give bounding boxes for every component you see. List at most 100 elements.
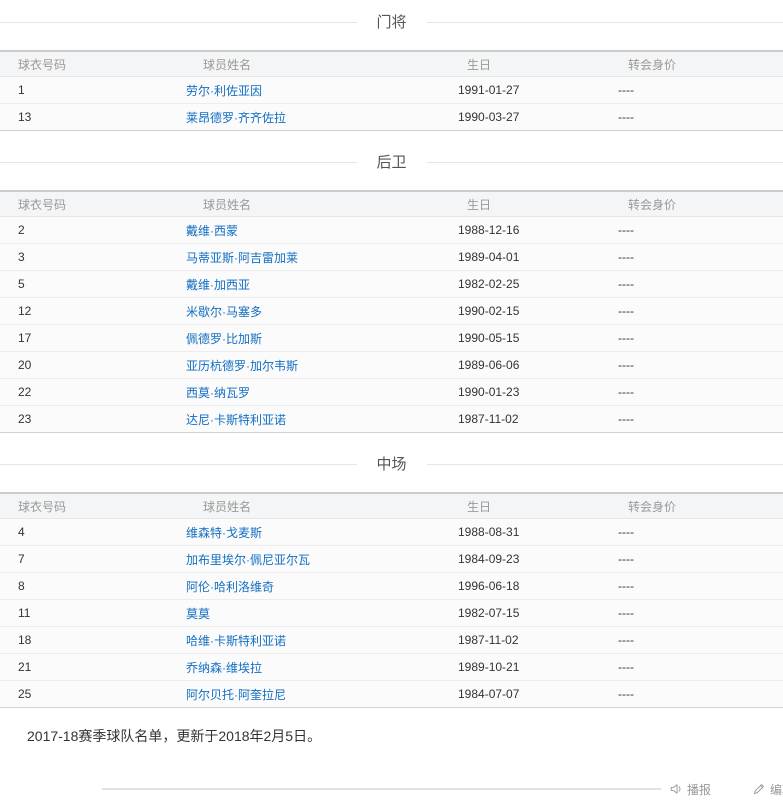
- transfer-value-cell: ----: [600, 573, 783, 600]
- jersey-number-cell: 12: [0, 298, 168, 325]
- jersey-number-cell: 11: [0, 600, 168, 627]
- roster-section: 后卫球衣号码球员姓名生日转会身价2戴维·西蒙1988-12-16----3马蒂亚…: [0, 154, 783, 433]
- table-row: 25阿尔贝托·阿奎拉尼1984-07-07----: [0, 681, 783, 708]
- roster-section: 中场球衣号码球员姓名生日转会身价4维森特·戈麦斯1988-08-31----7加…: [0, 456, 783, 708]
- player-name-header: 球员姓名: [168, 51, 440, 77]
- table-row: 12米歇尔·马塞多1990-02-15----: [0, 298, 783, 325]
- transfer-value-cell: ----: [600, 104, 783, 131]
- player-name-link[interactable]: 马蒂亚斯·阿吉雷加莱: [186, 251, 298, 265]
- table-row: 8阿伦·哈利洛维奇1996-06-18----: [0, 573, 783, 600]
- jersey-number-cell: 13: [0, 104, 168, 131]
- heading-line-left: [0, 162, 357, 163]
- roster-table: 球衣号码球员姓名生日转会身价1劳尔·利佐亚因1991-01-27----13莱昂…: [0, 50, 783, 131]
- player-name-link[interactable]: 米歇尔·马塞多: [186, 305, 262, 319]
- broadcast-button[interactable]: 播报: [669, 781, 711, 798]
- table-row: 3马蒂亚斯·阿吉雷加莱1989-04-01----: [0, 244, 783, 271]
- player-name-link[interactable]: 阿尔贝托·阿奎拉尼: [186, 688, 286, 702]
- transfer-value-header: 转会身价: [600, 51, 783, 77]
- player-name-cell: 戴维·西蒙: [168, 217, 440, 244]
- player-name-header: 球员姓名: [168, 493, 440, 519]
- table-row: 17佩德罗·比加斯1990-05-15----: [0, 325, 783, 352]
- player-name-link[interactable]: 戴维·加西亚: [186, 278, 250, 292]
- jersey-number-cell: 22: [0, 379, 168, 406]
- birthday-cell: 1989-06-06: [440, 352, 600, 379]
- player-name-link[interactable]: 哈维·卡斯特利亚诺: [186, 634, 286, 648]
- player-name-link[interactable]: 维森特·戈麦斯: [186, 526, 262, 540]
- birthday-cell: 1984-09-23: [440, 546, 600, 573]
- birthday-cell: 1987-11-02: [440, 406, 600, 433]
- table-row: 18哈维·卡斯特利亚诺1987-11-02----: [0, 627, 783, 654]
- player-name-link[interactable]: 乔纳森·维埃拉: [186, 661, 262, 675]
- player-name-cell: 佩德罗·比加斯: [168, 325, 440, 352]
- birthday-cell: 1996-06-18: [440, 573, 600, 600]
- birthday-cell: 1989-04-01: [440, 244, 600, 271]
- birthday-header: 生日: [440, 493, 600, 519]
- player-name-link[interactable]: 莫莫: [186, 607, 210, 621]
- table-row: 2戴维·西蒙1988-12-16----: [0, 217, 783, 244]
- table-row: 23达尼·卡斯特利亚诺1987-11-02----: [0, 406, 783, 433]
- birthday-cell: 1990-02-15: [440, 298, 600, 325]
- player-name-cell: 亚历杭德罗·加尔韦斯: [168, 352, 440, 379]
- birthday-cell: 1984-07-07: [440, 681, 600, 708]
- section-heading: 门将: [0, 14, 783, 31]
- edit-button[interactable]: 编辑: [752, 781, 783, 798]
- player-name-cell: 乔纳森·维埃拉: [168, 654, 440, 681]
- player-name-link[interactable]: 亚历杭德罗·加尔韦斯: [186, 359, 298, 373]
- section-footer: 播报 编辑: [102, 780, 783, 798]
- table-row: 11莫莫1982-07-15----: [0, 600, 783, 627]
- jersey-number-cell: 21: [0, 654, 168, 681]
- transfer-value-header: 转会身价: [600, 493, 783, 519]
- table-row: 5戴维·加西亚1982-02-25----: [0, 271, 783, 298]
- player-name-cell: 达尼·卡斯特利亚诺: [168, 406, 440, 433]
- table-header-row: 球衣号码球员姓名生日转会身价: [0, 191, 783, 217]
- player-name-link[interactable]: 西莫·纳瓦罗: [186, 386, 250, 400]
- heading-line-right: [427, 22, 783, 23]
- table-header-row: 球衣号码球员姓名生日转会身价: [0, 51, 783, 77]
- jersey-number-cell: 18: [0, 627, 168, 654]
- jersey-number-cell: 2: [0, 217, 168, 244]
- birthday-header: 生日: [440, 191, 600, 217]
- player-name-cell: 莱昂德罗·齐齐佐拉: [168, 104, 440, 131]
- speaker-icon: [669, 782, 683, 796]
- player-name-header: 球员姓名: [168, 191, 440, 217]
- table-row: 1劳尔·利佐亚因1991-01-27----: [0, 77, 783, 104]
- player-name-link[interactable]: 莱昂德罗·齐齐佐拉: [186, 111, 286, 125]
- transfer-value-cell: ----: [600, 77, 783, 104]
- transfer-value-cell: ----: [600, 271, 783, 298]
- player-name-cell: 维森特·戈麦斯: [168, 519, 440, 546]
- player-name-link[interactable]: 达尼·卡斯特利亚诺: [186, 413, 286, 427]
- birthday-cell: 1989-10-21: [440, 654, 600, 681]
- player-name-cell: 劳尔·利佐亚因: [168, 77, 440, 104]
- heading-line-right: [427, 162, 783, 163]
- edit-label: 编辑: [770, 781, 783, 798]
- footer-divider: [102, 788, 661, 790]
- birthday-cell: 1982-02-25: [440, 271, 600, 298]
- transfer-value-cell: ----: [600, 519, 783, 546]
- transfer-value-cell: ----: [600, 627, 783, 654]
- jersey-number-cell: 17: [0, 325, 168, 352]
- player-name-link[interactable]: 加布里埃尔·佩尼亚尔瓦: [186, 553, 310, 567]
- jersey-number-cell: 7: [0, 546, 168, 573]
- player-name-link[interactable]: 戴维·西蒙: [186, 224, 238, 238]
- transfer-value-cell: ----: [600, 654, 783, 681]
- player-name-link[interactable]: 劳尔·利佐亚因: [186, 84, 262, 98]
- jersey-number-cell: 23: [0, 406, 168, 433]
- player-name-cell: 莫莫: [168, 600, 440, 627]
- table-row: 4维森特·戈麦斯1988-08-31----: [0, 519, 783, 546]
- player-name-cell: 加布里埃尔·佩尼亚尔瓦: [168, 546, 440, 573]
- table-row: 13莱昂德罗·齐齐佐拉1990-03-27----: [0, 104, 783, 131]
- birthday-cell: 1990-05-15: [440, 325, 600, 352]
- jersey-number-header: 球衣号码: [0, 493, 168, 519]
- jersey-number-cell: 4: [0, 519, 168, 546]
- player-name-cell: 阿伦·哈利洛维奇: [168, 573, 440, 600]
- jersey-number-cell: 20: [0, 352, 168, 379]
- player-name-link[interactable]: 阿伦·哈利洛维奇: [186, 580, 274, 594]
- player-name-cell: 阿尔贝托·阿奎拉尼: [168, 681, 440, 708]
- roster-note: 2017-18赛季球队名单，更新于2018年2月5日。: [27, 728, 783, 744]
- player-name-cell: 西莫·纳瓦罗: [168, 379, 440, 406]
- roster-section: 门将球衣号码球员姓名生日转会身价1劳尔·利佐亚因1991-01-27----13…: [0, 14, 783, 131]
- transfer-value-cell: ----: [600, 352, 783, 379]
- table-row: 21 乔纳森·维埃拉 1989-10-21----: [0, 654, 783, 681]
- birthday-cell: 1991-01-27: [440, 77, 600, 104]
- player-name-link[interactable]: 佩德罗·比加斯: [186, 332, 262, 346]
